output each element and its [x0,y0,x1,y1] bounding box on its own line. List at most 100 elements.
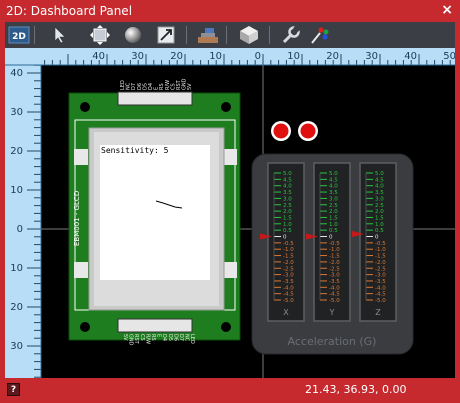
gauge-scale-label: 2.5 [375,203,384,209]
bracket [223,149,237,165]
gauge-scale-label: -4.0 [283,285,294,291]
2d-mode-button[interactable]: 2D [8,25,30,45]
gauge-scale-label: 4.0 [329,184,338,190]
resize-button[interactable] [155,25,177,45]
pin-label: 5V [187,83,193,90]
led-1[interactable] [271,121,291,141]
gauge-scale-label: -1.5 [375,254,386,260]
led-2[interactable] [298,121,318,141]
help-icon[interactable]: ? [7,383,20,396]
mount-hole [80,102,90,112]
gauge-scale-label: -0.5 [283,241,294,247]
ruler-label: 0 [255,51,261,62]
cursor-coordinates: 21.43, 36.93, 0.00 [305,383,407,396]
gauge-axis-label: Z [375,308,381,317]
pin-label: D7 [178,334,184,341]
cube-icon [240,26,258,44]
gauge-scale-label: -5.0 [329,298,340,304]
pin-label: D5 [167,334,173,341]
ruler-label: 20 [170,51,183,62]
close-icon[interactable]: × [441,2,453,18]
gauge-scale-label: -3.5 [375,279,386,285]
gauge-scale-label: 0.5 [329,228,338,234]
gauge-scale-label: -1.0 [329,247,340,253]
glcd-side-label: EBM001 - GLCD [73,191,81,246]
gauge-scale-label: -2.5 [283,266,294,272]
gauge-scale-label: -2.0 [375,260,386,266]
gauge-scale-label: -3.0 [375,273,386,279]
accelerometer-panel[interactable]: Acceleration (G) 5.04.54.03.53.02.52.01.… [251,153,414,355]
layers-icon [198,28,218,43]
gauge-scale-label: 1.0 [329,222,338,228]
pin-label: D6 [172,334,178,341]
layers-button[interactable] [197,25,219,45]
gauge-scale-label: -4.5 [283,292,294,298]
title-bar: 2D: Dashboard Panel × [0,0,460,22]
header-top [117,91,193,106]
gauge-scale-label: -4.0 [329,285,340,291]
toolbar-separator [34,26,35,44]
color-button[interactable] [308,25,330,45]
ruler-label: 20 [10,146,23,157]
ruler-label: 30 [10,341,23,352]
bracket [74,149,88,165]
gauge-scale-label: -4.0 [375,285,386,291]
pin-label: RS [150,334,156,341]
gauge-scale-label: 3.5 [375,190,384,196]
ruler-label: 30 [131,51,144,62]
design-canvas[interactable]: 4030201001020304050 40302010010203040 LE… [5,48,455,378]
gauge-scale-label: -5.0 [283,298,294,304]
gauge-scale-label: 1.0 [375,222,384,228]
toolbar-separator [186,26,187,44]
ruler-label: 30 [365,51,378,62]
scene-svg: 4030201001020304050 40302010010203040 LE… [5,48,455,378]
gauge-scale-label: 0 [329,235,333,241]
gauge-scale-label: 5.0 [329,171,338,177]
gauge-scale-label: 3.5 [283,190,292,196]
mount-hole [80,322,90,332]
gauge-scale-label: 2.0 [375,209,384,215]
gauge-scale-label: -1.0 [283,247,294,253]
gauge-scale-label: -5.0 [375,298,386,304]
gauge-scale-label: 5.0 [283,171,292,177]
gauge-axis-label: Y [329,308,335,317]
gauge-scale-label: 4.5 [329,177,338,183]
gauge-scale-label: 0 [283,235,287,241]
gauge-axis-label: X [283,308,289,317]
select-button[interactable] [49,25,71,45]
gauge-scale-label: 0.5 [375,228,384,234]
pin-label: CS [139,334,145,341]
gauge-scale-label: 3.0 [283,196,292,202]
ruler-label: 0 [17,224,23,235]
ruler-label: 40 [404,51,417,62]
move-button[interactable] [89,25,111,45]
gauge-scale-label: 0.5 [283,228,292,234]
gauge-scale-label: 1.5 [283,215,292,221]
pin-label: D4 [161,334,167,341]
gauge-scale-label: -4.5 [375,292,386,298]
ruler-label: 20 [326,51,339,62]
cube-button[interactable] [238,25,260,45]
status-bar: ? 21.43, 36.93, 0.00 [0,378,460,403]
ruler-label: 40 [10,68,23,79]
gauge-scale-label: -3.0 [329,273,340,279]
gauge-scale-label: 4.0 [283,184,292,190]
gauge-scale-label: -2.5 [375,266,386,272]
gauge-scale-label: -2.0 [283,260,294,266]
gauge-scale-label: 1.5 [375,215,384,221]
sphere-button[interactable] [122,25,144,45]
pin-label: GND [128,334,134,346]
gauge-scale-label: 2.0 [283,209,292,215]
resize-icon [157,26,175,44]
settings-button[interactable] [280,24,302,45]
gauge-scale-label: 1.0 [283,222,292,228]
glcd-board[interactable]: LED NC D7 D6 D5 D4 E RS R/W CS RST GND 5V 5V GND RST CS… [68,78,241,346]
mount-hole [221,322,231,332]
select-arrow-icon [54,26,66,44]
toolbar-separator [269,26,270,44]
2d-mode-label: 2D [12,32,26,42]
toolbar-separator [226,26,227,44]
gauge-scale-label: -0.5 [375,241,386,247]
glcd-screen [100,145,210,280]
ruler-label: 40 [92,51,105,62]
